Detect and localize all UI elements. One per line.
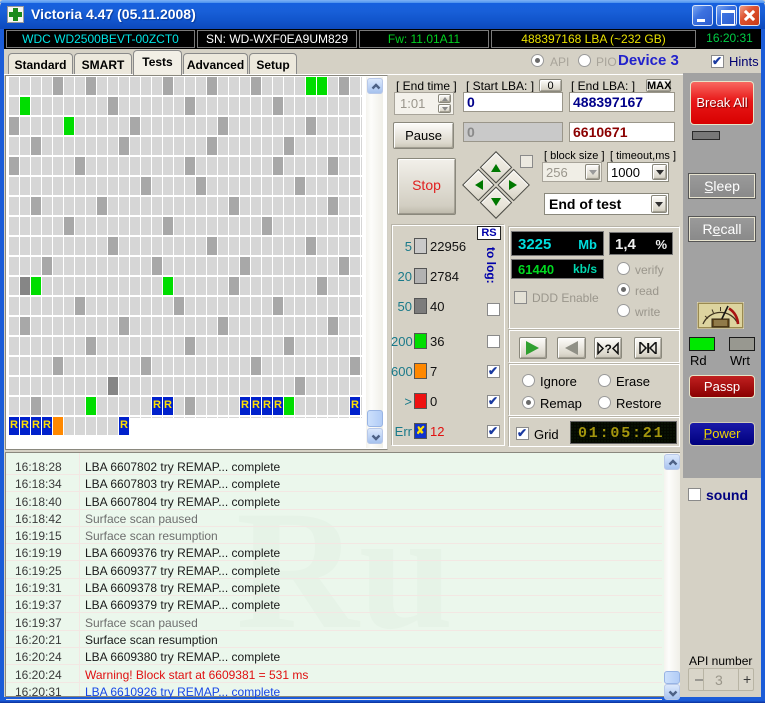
svg-text:?: ? [605,342,612,355]
